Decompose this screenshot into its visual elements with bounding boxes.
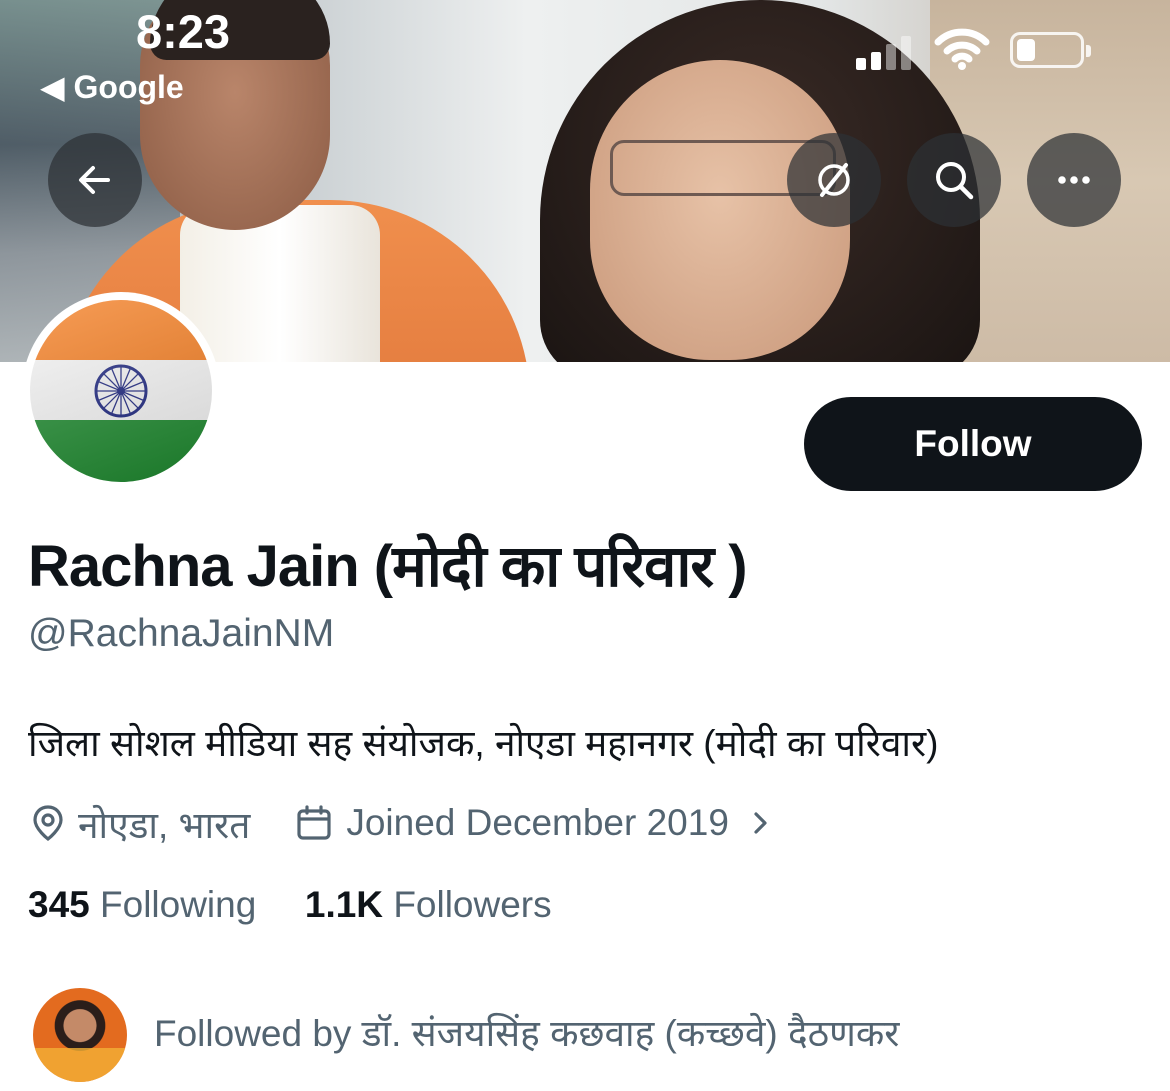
- search-button[interactable]: [907, 133, 1001, 227]
- india-flag-image: [30, 300, 212, 482]
- followers-link[interactable]: 1.1K Followers: [305, 884, 552, 925]
- profile-display-name: Rachna Jain (मोदी का परिवार ): [28, 534, 748, 599]
- profile-meta-row: नोएडा, भारत Joined December 2019: [28, 796, 775, 850]
- cell-signal-icon: [856, 34, 916, 70]
- grok-button[interactable]: [787, 133, 881, 227]
- back-button[interactable]: [48, 133, 142, 227]
- following-label: Following: [100, 884, 257, 925]
- wifi-icon: [934, 28, 990, 70]
- following-link[interactable]: 345 Following: [28, 884, 256, 925]
- followers-label: Followers: [393, 884, 552, 925]
- follow-button[interactable]: Follow: [804, 397, 1142, 491]
- profile-avatar[interactable]: [22, 292, 220, 490]
- follow-counts: 345 Following 1.1K Followers: [28, 884, 552, 926]
- more-button[interactable]: [1027, 133, 1121, 227]
- followed-by-avatar[interactable]: [33, 988, 127, 1082]
- profile-location: नोएडा, भारत: [78, 804, 251, 846]
- ashoka-chakra-icon: [94, 364, 148, 418]
- following-count: 345: [28, 884, 90, 925]
- arrow-left-icon: [79, 166, 110, 194]
- followed-by-text[interactable]: Followed by डॉ. संजयसिंह कछवाह (कच्छवे) …: [154, 1006, 899, 1057]
- chevron-right-icon[interactable]: [747, 809, 775, 837]
- profile-joined-link[interactable]: Joined December 2019: [346, 802, 729, 844]
- location-pin-icon: [33, 805, 63, 842]
- profile-handle: @RachnaJainNM: [28, 612, 335, 655]
- status-bar: 8:23 ◀ Google: [0, 0, 1170, 110]
- back-to-app-link[interactable]: ◀ Google: [40, 68, 184, 106]
- search-icon: [936, 162, 974, 200]
- status-time: 8:23: [136, 5, 231, 58]
- battery-icon: [1010, 32, 1091, 68]
- more-horizontal-icon: [1058, 176, 1090, 184]
- profile-bio: जिला सोशल मीडिया सह संयोजक, नोएडा महानगर…: [28, 723, 939, 764]
- followers-count: 1.1K: [304, 884, 384, 925]
- calendar-icon: [297, 805, 331, 840]
- slash-circle-icon: [818, 163, 850, 197]
